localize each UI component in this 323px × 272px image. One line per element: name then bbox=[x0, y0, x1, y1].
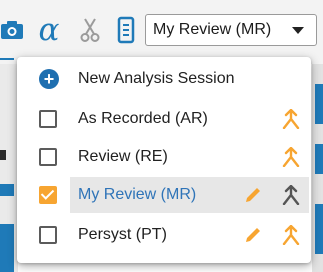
background-left-panel bbox=[0, 64, 18, 272]
merge-icon[interactable] bbox=[281, 185, 301, 205]
merge-icon[interactable] bbox=[281, 109, 301, 129]
menu-item-as-recorded[interactable]: As Recorded (AR) bbox=[17, 101, 311, 137]
merge-icon[interactable] bbox=[281, 147, 301, 167]
chevron-down-icon bbox=[292, 27, 304, 34]
my-review-label: My Review (MR) bbox=[78, 186, 197, 203]
as-recorded-label: As Recorded (AR) bbox=[78, 110, 208, 127]
add-circle-icon: + bbox=[39, 69, 59, 89]
new-analysis-session-label: New Analysis Session bbox=[78, 70, 235, 87]
menu-item-persyst[interactable]: Persyst (PT) bbox=[17, 217, 311, 253]
camera-icon[interactable] bbox=[0, 12, 24, 48]
alpha-icon[interactable]: α bbox=[34, 12, 64, 48]
review-select-dropdown[interactable]: My Review (MR) bbox=[145, 14, 317, 46]
merge-icon[interactable] bbox=[281, 225, 301, 245]
menu-item-review[interactable]: Review (RE) bbox=[17, 139, 311, 175]
menu-item-my-review[interactable]: My Review (MR) bbox=[17, 177, 311, 213]
background-right-panel bbox=[312, 64, 323, 272]
review-session-menu: + New Analysis Session As Recorded (AR) … bbox=[17, 57, 311, 263]
notes-icon[interactable] bbox=[112, 12, 140, 48]
new-analysis-session-item[interactable]: + New Analysis Session bbox=[17, 61, 311, 97]
pencil-icon[interactable] bbox=[243, 185, 263, 205]
scissors-icon[interactable] bbox=[78, 12, 102, 48]
review-checkbox[interactable] bbox=[39, 148, 57, 166]
persyst-checkbox[interactable] bbox=[39, 226, 57, 244]
review-select-value: My Review (MR) bbox=[153, 21, 272, 38]
background-tab-underline bbox=[0, 48, 18, 64]
as-recorded-checkbox[interactable] bbox=[39, 110, 57, 128]
my-review-checkbox[interactable] bbox=[39, 186, 57, 204]
review-label: Review (RE) bbox=[78, 148, 168, 165]
pencil-icon[interactable] bbox=[243, 225, 263, 245]
review-toolbar: α My Review (MR) bbox=[0, 12, 323, 48]
persyst-label: Persyst (PT) bbox=[78, 226, 167, 243]
